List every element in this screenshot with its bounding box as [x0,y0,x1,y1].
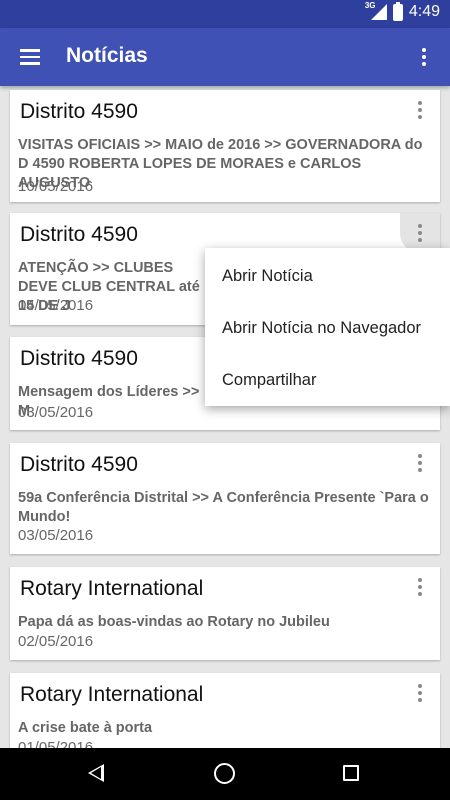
news-list[interactable]: Distrito 4590 VISITAS OFICIAIS >> MAIO d… [0,86,450,748]
status-bar: 3G 4:49 [0,0,450,28]
app-bar: Notícias [0,28,450,86]
news-date: 03/05/2016 [18,404,94,421]
news-source: Rotary International [20,683,204,706]
page-title: Notícias [66,44,148,67]
card-overflow-icon[interactable] [400,443,440,483]
news-source: Distrito 4590 [20,347,138,370]
back-icon[interactable] [88,764,104,782]
news-date: 01/05/2016 [18,739,94,748]
overflow-menu-icon[interactable] [404,37,444,77]
news-card[interactable]: Distrito 4590 VISITAS OFICIAIS >> MAIO d… [10,90,440,202]
menu-item-open-news[interactable]: Abrir Notícia [205,250,450,302]
card-overflow-icon[interactable] [400,673,440,713]
battery-icon [392,1,403,21]
menu-item-share[interactable]: Compartilhar [205,354,450,406]
news-title: 59a Conferência Distrital >> A Conferênc… [18,490,429,525]
news-card[interactable]: Rotary International Papa dá as boas-vin… [10,567,440,660]
card-overflow-icon[interactable] [400,567,440,607]
navigation-bar [0,748,450,800]
news-source: Distrito 4590 [20,100,138,123]
news-source: Distrito 4590 [20,223,138,246]
menu-item-open-in-browser[interactable]: Abrir Notícia no Navegador [205,302,450,354]
news-title: Papa dá as boas-vindas ao Rotary no Jubi… [18,614,330,630]
status-time: 4:49 [408,3,440,20]
news-source: Distrito 4590 [20,453,138,476]
news-card[interactable]: Distrito 4590 59a Conferência Distrital … [10,443,440,554]
hamburger-menu-icon[interactable] [10,37,50,77]
news-card[interactable]: Rotary International A crise bate à port… [10,673,440,748]
news-date: 04/05/2016 [18,297,94,314]
news-source: Rotary International [20,577,204,600]
news-date: 02/05/2016 [18,633,94,650]
home-icon[interactable] [214,763,235,784]
popup-menu: Abrir Notícia Abrir Notícia no Navegador… [205,248,450,406]
card-overflow-icon[interactable] [400,90,440,130]
recents-icon[interactable] [343,765,359,781]
news-title: A crise bate à porta [18,720,153,736]
signal-icon: 3G [365,1,387,21]
news-date: 03/05/2016 [18,527,94,544]
card-overflow-icon[interactable] [400,213,440,253]
news-date: 10/05/2016 [18,178,94,195]
